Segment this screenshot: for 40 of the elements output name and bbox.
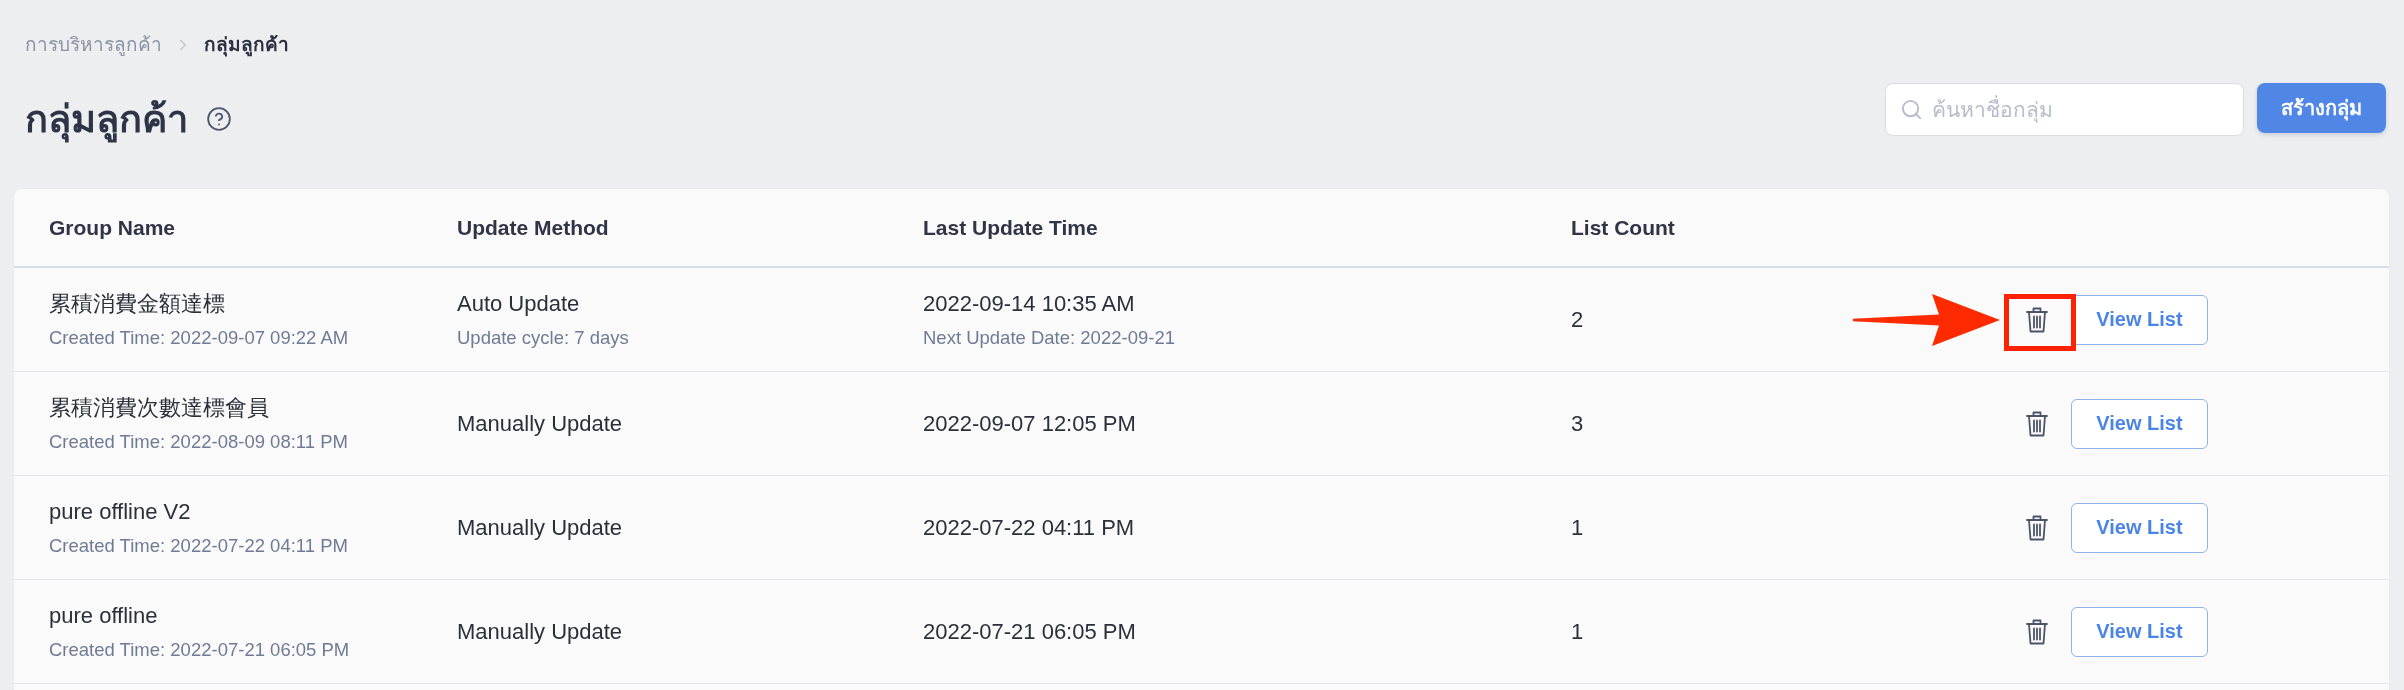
list-count: 1 (1571, 618, 1584, 645)
trash-icon[interactable] (2026, 410, 2048, 437)
created-time: Created Time: 2022-08-09 08:11 PM (49, 430, 348, 453)
trash-icon[interactable] (2026, 306, 2048, 333)
list-count: 1 (1571, 514, 1584, 541)
last-update-time: 2022-07-22 04:11 PM (923, 514, 1135, 541)
last-update-time: 2022-09-07 12:05 PM (923, 410, 1136, 437)
next-update-date: Next Update Date: 2022-09-21 (923, 326, 1175, 349)
view-list-button[interactable]: View List (2071, 606, 2208, 657)
update-method: Manually Update (457, 410, 623, 437)
update-method: Manually Update (457, 514, 623, 541)
group-name: pure offline V2 (49, 498, 191, 525)
created-time: Created Time: 2022-07-21 06:05 PM (49, 638, 350, 661)
list-count: 2 (1571, 306, 1584, 333)
created-time: Created Time: 2022-09-07 09:22 AM (49, 326, 349, 349)
column-header: Last Update Time (923, 215, 1099, 240)
help-icon[interactable] (206, 106, 232, 132)
list-count: 3 (1571, 410, 1584, 437)
group-name: 累積消費次數達標會員 (49, 394, 269, 421)
breadcrumb-link[interactable]: การบริหารลูกค้า (25, 32, 162, 58)
create-group-button[interactable]: สร้างกลุ่ม (2257, 83, 2386, 133)
last-update-time: 2022-09-14 10:35 AM (923, 290, 1135, 317)
search-field[interactable]: ค้นหาชื่อกลุ่ม (1885, 83, 2244, 136)
update-cycle: Update cycle: 7 days (457, 326, 629, 349)
last-update-time: 2022-07-21 06:05 PM (923, 618, 1136, 645)
search-icon (1900, 98, 1923, 121)
column-header: Group Name (49, 215, 177, 240)
view-list-button[interactable]: View List (2071, 398, 2208, 449)
view-list-button[interactable]: View List (2071, 502, 2208, 553)
trash-icon[interactable] (2026, 618, 2048, 645)
group-name: pure offline (49, 602, 158, 629)
column-header: List Count (1571, 215, 1676, 240)
page-title: กลุ่มลูกค้า (25, 94, 188, 144)
trash-icon[interactable] (2026, 514, 2048, 541)
created-time: Created Time: 2022-07-22 04:11 PM (49, 534, 348, 557)
breadcrumb-current: กลุ่มลูกค้า (204, 33, 289, 58)
group-name: 累積消費金額達標 (49, 290, 225, 317)
update-method: Manually Update (457, 618, 623, 645)
update-method: Auto Update (457, 290, 580, 317)
column-header: Update Method (457, 215, 610, 240)
